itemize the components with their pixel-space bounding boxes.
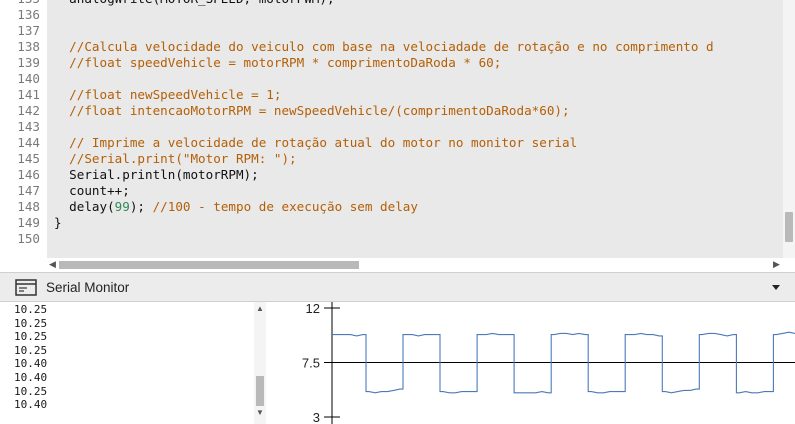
code-line: 148 delay(99); //100 - tempo de execução… bbox=[0, 199, 783, 215]
serial-monitor-icon bbox=[15, 279, 37, 296]
code-text: //float intencaoMotorRPM = newSpeedVehic… bbox=[54, 103, 570, 118]
editor-horizontal-scroll-thumb[interactable] bbox=[59, 261, 359, 269]
code-text: //float newSpeedVehicle = 1; bbox=[54, 87, 282, 102]
scroll-down-arrow-icon[interactable]: ▼ bbox=[256, 408, 264, 417]
code-line: 150 bbox=[0, 231, 783, 247]
y-tick-label: 12 bbox=[306, 302, 320, 316]
serial-output-line: 10.25 bbox=[14, 384, 48, 398]
code-line: 138 //Calcula velocidade do veiculo com … bbox=[0, 39, 783, 55]
code-line: 139 //float speedVehicle = motorRPM * co… bbox=[0, 55, 783, 71]
code-line: 143 bbox=[0, 119, 783, 135]
serial-output-scrollbar[interactable]: ▲ ▼ bbox=[254, 302, 266, 424]
scroll-up-arrow-icon[interactable]: ▲ bbox=[256, 304, 264, 313]
serial-monitor-header: Serial Monitor bbox=[0, 272, 795, 302]
code-text: Serial.println(motorRPM); bbox=[54, 167, 259, 182]
code-line: 141 //float newSpeedVehicle = 1; bbox=[0, 87, 783, 103]
line-number: 145 bbox=[17, 151, 40, 166]
code-text: //Calcula velocidade do veiculo com base… bbox=[54, 39, 714, 54]
line-number: 147 bbox=[17, 183, 40, 198]
line-number: 135 bbox=[0, 0, 40, 7]
serial-output-line: 10.25 bbox=[14, 343, 48, 357]
code-line: 137 bbox=[0, 23, 783, 39]
code-text: } bbox=[54, 215, 62, 230]
serial-output-line: 10.25 bbox=[14, 303, 48, 316]
code-text: // Imprime a velocidade de rotação atual… bbox=[54, 135, 578, 150]
scroll-left-arrow-icon[interactable]: ◀ bbox=[49, 259, 56, 270]
code-comment: //100 - tempo de execução sem delay bbox=[152, 199, 418, 214]
line-number: 139 bbox=[17, 55, 40, 70]
serial-plotter: 12 7.5 3 bbox=[268, 302, 795, 424]
line-number: 136 bbox=[17, 7, 40, 22]
serial-output-scroll-thumb[interactable] bbox=[256, 376, 264, 406]
editor-horizontal-scrollbar[interactable]: ◀ ▶ bbox=[47, 258, 783, 272]
line-number: 142 bbox=[17, 103, 40, 118]
chevron-down-icon[interactable] bbox=[771, 282, 781, 292]
scroll-right-arrow-icon[interactable]: ▶ bbox=[773, 259, 780, 270]
line-number: 150 bbox=[17, 231, 40, 246]
code-line: 149} bbox=[0, 215, 783, 231]
line-number: 137 bbox=[17, 23, 40, 38]
code-line: 136 bbox=[0, 7, 783, 23]
serial-output-line: 10.40 bbox=[14, 357, 48, 371]
code-area[interactable]: 135 analogWrite(MOTOR_SPEED, motorPWM);1… bbox=[0, 0, 783, 258]
code-token: delay( bbox=[54, 199, 115, 214]
code-line: 146 Serial.println(motorRPM); bbox=[0, 167, 783, 183]
line-number: 148 bbox=[17, 199, 40, 214]
line-number: 138 bbox=[17, 39, 40, 54]
line-number: 143 bbox=[17, 119, 40, 134]
line-number: 140 bbox=[17, 71, 40, 86]
serial-output-line: 10.25 bbox=[14, 330, 48, 344]
code-line: 140 bbox=[0, 71, 783, 87]
code-text: delay(99); //100 - tempo de execução sem… bbox=[54, 199, 418, 215]
serial-plot-chart: 127.53 bbox=[302, 302, 795, 424]
code-text: //float speedVehicle = motorRPM * compri… bbox=[54, 55, 502, 70]
code-number-literal: 99 bbox=[114, 199, 130, 214]
line-number: 144 bbox=[17, 135, 40, 150]
code-text: count++; bbox=[54, 183, 130, 198]
code-line: 147 count++; bbox=[0, 183, 783, 199]
code-token: ); bbox=[129, 199, 153, 214]
line-number: 141 bbox=[17, 87, 40, 102]
code-line: 142 //float intencaoMotorRPM = newSpeedV… bbox=[0, 103, 783, 119]
code-line: 135 analogWrite(MOTOR_SPEED, motorPWM); bbox=[0, 0, 783, 7]
serial-output-line: 10.40 bbox=[14, 398, 48, 412]
y-tick-label: 3 bbox=[313, 410, 320, 424]
serial-output-line: 10.40 bbox=[14, 371, 48, 384]
code-editor[interactable]: 135 analogWrite(MOTOR_SPEED, motorPWM);1… bbox=[0, 0, 795, 272]
code-line: 145 //Serial.print("Motor RPM: "); bbox=[0, 151, 783, 167]
serial-output-panel[interactable]: 10.25 10.25 10.25 10.25 10.40 10.40 10.25 10.40… bbox=[0, 302, 268, 424]
code-text: analogWrite(MOTOR_SPEED, motorPWM); bbox=[54, 0, 334, 7]
y-tick-label: 7.5 bbox=[302, 356, 320, 371]
serial-monitor-title: Serial Monitor bbox=[46, 280, 130, 295]
editor-vertical-scroll-thumb[interactable] bbox=[785, 212, 793, 242]
serial-output-line: 10.25 bbox=[14, 316, 48, 330]
line-number: 149 bbox=[17, 215, 40, 230]
code-line: 144 // Imprime a velocidade de rotação a… bbox=[0, 135, 783, 151]
code-text: //Serial.print("Motor RPM: "); bbox=[54, 151, 297, 166]
line-number: 146 bbox=[17, 167, 40, 182]
editor-vertical-scrollbar[interactable] bbox=[783, 0, 795, 258]
